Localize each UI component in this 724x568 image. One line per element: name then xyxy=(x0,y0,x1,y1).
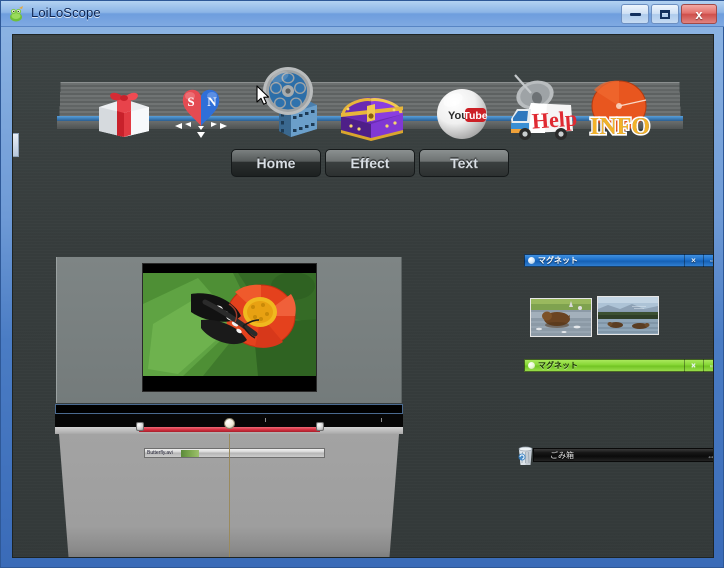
trash-bin[interactable]: ごみ箱 ⇔ xyxy=(516,444,714,466)
application-window: LoiLoScope x xyxy=(0,0,724,568)
maximize-button[interactable] xyxy=(651,4,679,24)
timeline-track-top[interactable] xyxy=(55,404,403,414)
svg-text:N: N xyxy=(207,94,217,109)
loiloscope-frog-icon xyxy=(8,5,26,23)
trash-expand-icon[interactable]: ⇔ xyxy=(703,451,714,461)
timeline-handle-start[interactable] xyxy=(136,422,144,431)
film-reel-icon[interactable] xyxy=(255,63,329,139)
info-icon[interactable]: INFO INFO xyxy=(578,80,660,144)
timeline-tick xyxy=(381,418,382,422)
magnet-panel-header[interactable]: マグネット × ⇔ xyxy=(524,359,714,372)
timeline-handle-end[interactable] xyxy=(316,422,324,431)
timeline-playhead[interactable] xyxy=(224,418,235,429)
svg-text:Tube: Tube xyxy=(463,110,487,122)
editor-canvas[interactable]: S N xyxy=(12,34,714,558)
panel-expand-icon[interactable]: ⇔ xyxy=(703,359,714,372)
magnet-panel-header[interactable]: マグネット × ⇔ xyxy=(524,254,714,267)
tab-text[interactable]: Text xyxy=(419,149,509,177)
magnet-panel-title: マグネット xyxy=(538,255,683,266)
minimize-icon xyxy=(630,13,641,16)
panel-close-icon[interactable]: × xyxy=(684,359,702,372)
left-edge-tab[interactable] xyxy=(13,133,19,157)
treasure-chest-icon[interactable] xyxy=(331,90,411,142)
help-truck-icon[interactable]: Help xyxy=(501,73,585,143)
youtube-icon[interactable]: You Tube xyxy=(433,87,493,145)
video-preview[interactable] xyxy=(142,263,317,392)
magnet-panel-blue[interactable]: マグネット × ⇔ xyxy=(524,254,714,357)
timeline-tick xyxy=(265,418,266,422)
preview-stage[interactable]: Butterfly.avi xyxy=(53,257,405,558)
panel-expand-icon[interactable]: ⇔ xyxy=(703,254,714,267)
clip-label: Butterfly.avi xyxy=(147,449,173,458)
close-button[interactable]: x xyxy=(681,4,717,24)
magnet-panel-body[interactable] xyxy=(524,267,714,357)
clip-thumbnail xyxy=(181,450,199,457)
panel-close-icon[interactable]: × xyxy=(684,254,702,267)
timeline-playhead-line xyxy=(229,434,230,558)
magnet-dot-icon xyxy=(528,257,535,264)
mode-tabs: Home Effect Text xyxy=(231,149,511,177)
svg-text:INFO: INFO xyxy=(590,114,650,140)
magnet-heart-icon[interactable]: S N xyxy=(165,80,237,142)
magnet-panel-title: マグネット xyxy=(538,360,683,371)
svg-text:S: S xyxy=(187,94,194,109)
window-title: LoiLoScope xyxy=(31,5,101,20)
tab-effect[interactable]: Effect xyxy=(325,149,415,177)
magnet-dot-icon xyxy=(528,362,535,369)
trash-label: ごみ箱 xyxy=(534,450,574,461)
trash-can-icon[interactable] xyxy=(516,444,535,466)
maximize-icon xyxy=(660,10,670,19)
close-icon: x xyxy=(695,8,702,21)
tab-home[interactable]: Home xyxy=(231,149,321,177)
thumbnail-bear-river[interactable] xyxy=(530,298,592,337)
magnet-panel-green[interactable]: マグネット × ⇔ xyxy=(524,359,714,372)
timeline-clip[interactable]: Butterfly.avi xyxy=(144,448,325,458)
gift-box-icon[interactable] xyxy=(91,87,157,137)
preview-backdrop xyxy=(56,257,402,403)
trash-bar[interactable]: ごみ箱 ⇔ xyxy=(533,448,714,462)
thumbnail-bears-lake[interactable] xyxy=(597,296,659,335)
minimize-button[interactable] xyxy=(621,4,649,24)
svg-text:Help: Help xyxy=(531,105,578,133)
title-bar: LoiLoScope x xyxy=(1,1,724,27)
